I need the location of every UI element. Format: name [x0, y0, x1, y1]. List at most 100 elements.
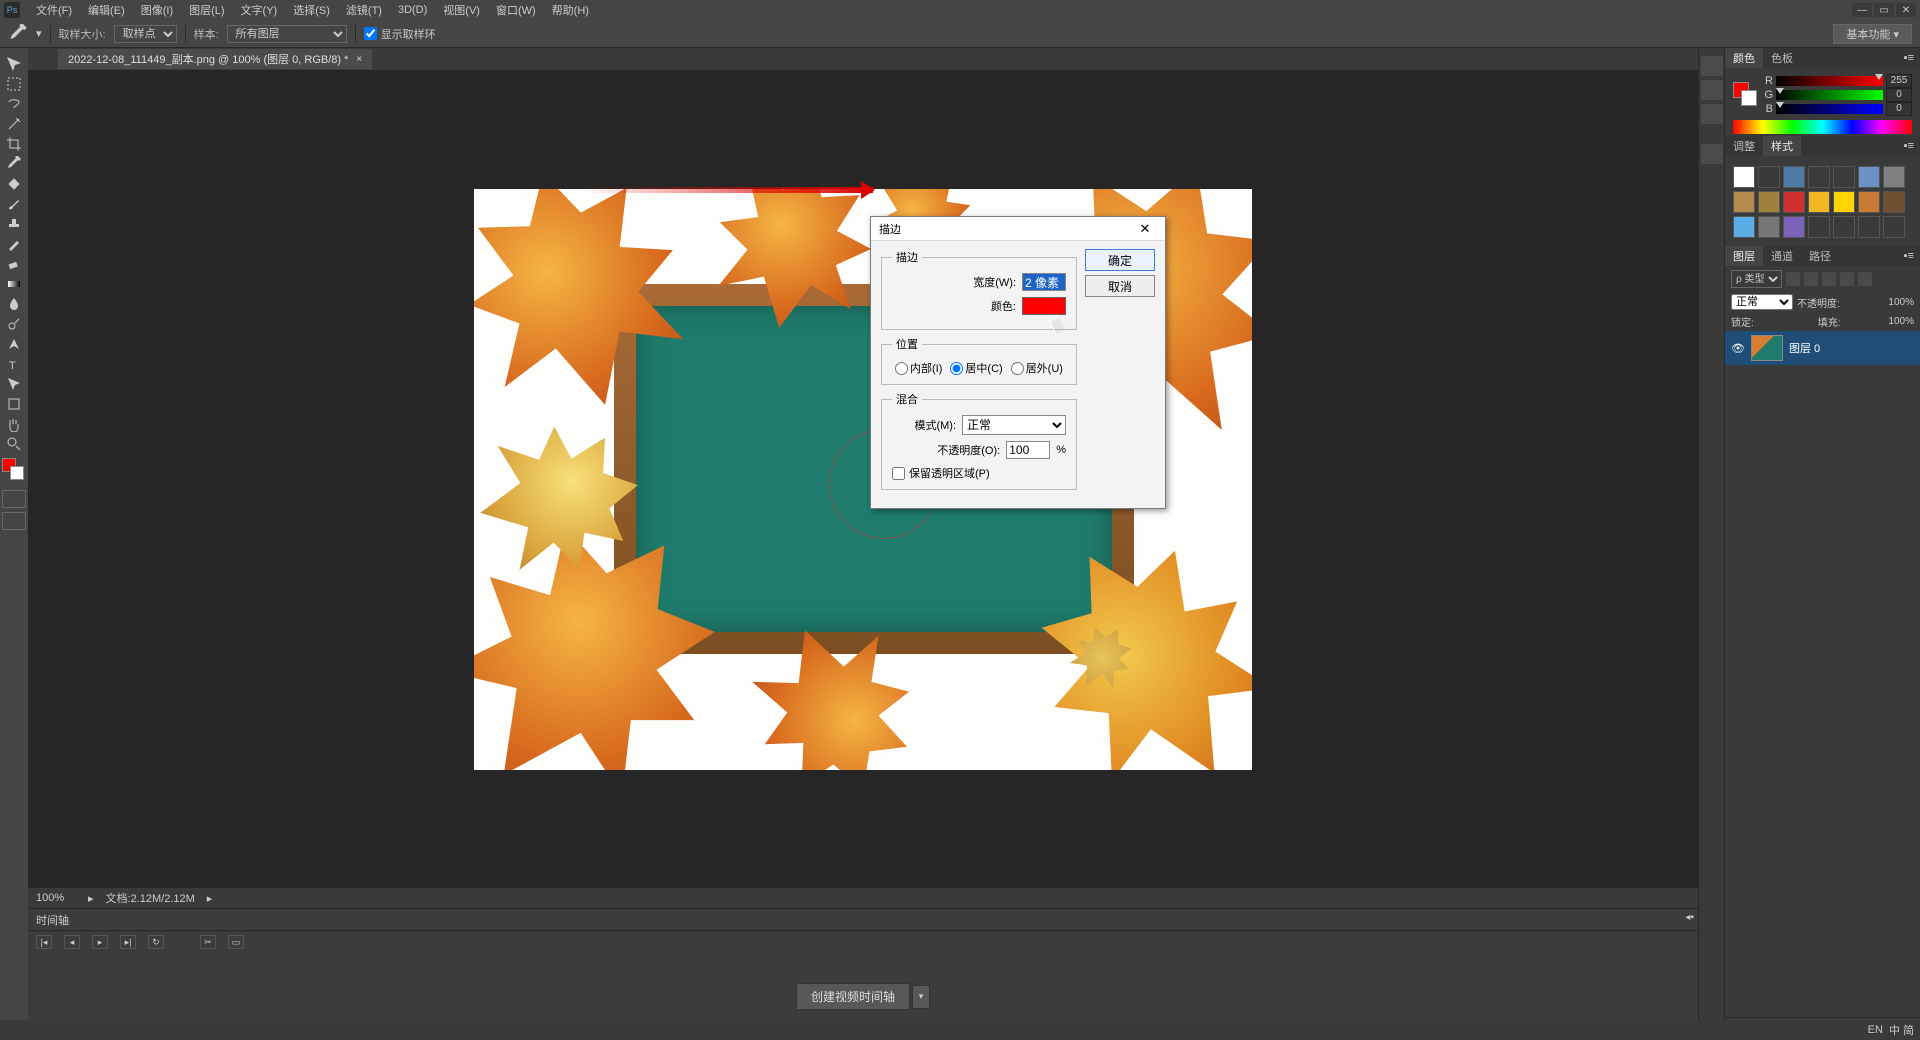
filter-smart-icon[interactable]	[1858, 272, 1872, 286]
color-well[interactable]	[1022, 297, 1066, 315]
layer-filter-select[interactable]: ρ 类型	[1731, 270, 1782, 288]
show-sampling-ring-input[interactable]	[364, 27, 377, 40]
panel-menu-icon[interactable]: ▪≡	[1898, 52, 1920, 64]
style-swatch[interactable]	[1758, 191, 1780, 213]
document-tab[interactable]: 2022-12-08_111449_副本.png @ 100% (图层 0, R…	[58, 49, 372, 69]
position-inside-radio[interactable]: 内部(I)	[895, 360, 942, 376]
style-swatch[interactable]	[1733, 166, 1755, 188]
style-swatch[interactable]	[1783, 216, 1805, 238]
type-tool[interactable]: T	[2, 354, 26, 374]
fgbg-swatch[interactable]	[1733, 82, 1759, 108]
style-swatch[interactable]	[1733, 191, 1755, 213]
create-video-timeline-button[interactable]: 创建视频时间轴	[796, 983, 910, 1010]
healing-tool[interactable]	[2, 174, 26, 194]
stamp-tool[interactable]	[2, 214, 26, 234]
magic-wand-tool[interactable]	[2, 114, 26, 134]
tab-adjustments[interactable]: 调整	[1725, 136, 1763, 156]
color-swatches[interactable]	[0, 458, 28, 488]
lasso-tool[interactable]	[2, 94, 26, 114]
play-button[interactable]: ▸	[92, 935, 108, 949]
panel-menu-icon[interactable]: ◂▪	[1685, 912, 1694, 923]
filter-adjust-icon[interactable]	[1804, 272, 1818, 286]
menu-file[interactable]: 文件(F)	[28, 0, 80, 20]
lang-indicator[interactable]: EN	[1868, 1024, 1883, 1036]
tab-channels[interactable]: 通道	[1763, 246, 1801, 266]
brush-tool[interactable]	[2, 194, 26, 214]
color-spectrum[interactable]	[1733, 120, 1912, 134]
filter-pixel-icon[interactable]	[1786, 272, 1800, 286]
cancel-button[interactable]: 取消	[1085, 275, 1155, 297]
style-swatch[interactable]	[1733, 216, 1755, 238]
menu-3d[interactable]: 3D(D)	[390, 2, 435, 18]
style-swatch[interactable]	[1858, 216, 1880, 238]
r-slider[interactable]	[1776, 76, 1883, 86]
style-swatch[interactable]	[1858, 166, 1880, 188]
menu-layer[interactable]: 图层(L)	[181, 0, 232, 20]
eyedropper-tool[interactable]	[2, 154, 26, 174]
g-slider[interactable]	[1776, 90, 1883, 100]
menu-edit[interactable]: 编辑(E)	[80, 0, 133, 20]
zoom-tool[interactable]	[2, 434, 26, 454]
tab-styles[interactable]: 样式	[1763, 136, 1801, 156]
canvas-viewport[interactable]: 描边 ✕ 描边 宽度(W): 颜色:	[28, 70, 1698, 888]
r-value[interactable]: 255	[1886, 74, 1912, 88]
history-panel-icon[interactable]	[1701, 56, 1723, 76]
hand-tool[interactable]	[2, 414, 26, 434]
loop-button[interactable]: ↻	[148, 935, 164, 949]
style-swatch[interactable]	[1833, 191, 1855, 213]
style-swatch[interactable]	[1883, 216, 1905, 238]
minimize-button[interactable]: —	[1852, 3, 1872, 17]
menu-help[interactable]: 帮助(H)	[544, 0, 597, 20]
gradient-tool[interactable]	[2, 274, 26, 294]
history-brush-tool[interactable]	[2, 234, 26, 254]
tab-paths[interactable]: 路径	[1801, 246, 1839, 266]
zoom-level[interactable]: 100%	[36, 892, 76, 904]
style-swatch[interactable]	[1833, 166, 1855, 188]
next-frame-button[interactable]: ▸|	[120, 935, 136, 949]
prev-frame-button[interactable]: ◂	[64, 935, 80, 949]
eraser-tool[interactable]	[2, 254, 26, 274]
filter-type-icon[interactable]	[1822, 272, 1836, 286]
dropdown-indicator-icon[interactable]: ▾	[36, 27, 42, 40]
b-slider[interactable]	[1776, 104, 1883, 114]
menu-type[interactable]: 文字(Y)	[233, 0, 286, 20]
marquee-tool[interactable]	[2, 74, 26, 94]
style-swatch[interactable]	[1883, 166, 1905, 188]
layer-name[interactable]: 图层 0	[1789, 340, 1820, 356]
style-swatch[interactable]	[1783, 166, 1805, 188]
dodge-tool[interactable]	[2, 314, 26, 334]
character-panel-icon[interactable]	[1701, 80, 1723, 100]
blend-mode-select[interactable]: 正常	[1731, 294, 1793, 310]
b-value[interactable]: 0	[1886, 102, 1912, 116]
move-tool[interactable]	[2, 54, 26, 74]
blur-tool[interactable]	[2, 294, 26, 314]
pen-tool[interactable]	[2, 334, 26, 354]
opacity-input[interactable]	[1006, 441, 1050, 459]
screenmode-toggle[interactable]	[2, 512, 26, 530]
dialog-titlebar[interactable]: 描边 ✕	[871, 217, 1165, 241]
layer-opacity-value[interactable]: 100%	[1888, 297, 1914, 308]
maximize-button[interactable]: ▭	[1874, 3, 1894, 17]
close-icon[interactable]: ✕	[1133, 221, 1157, 237]
panel-menu-icon[interactable]: ▪≡	[1898, 250, 1920, 262]
style-swatch[interactable]	[1758, 216, 1780, 238]
workspace-switcher[interactable]: 基本功能 ▾	[1833, 24, 1912, 44]
visibility-icon[interactable]: 👁	[1731, 342, 1745, 355]
paragraph-panel-icon[interactable]	[1701, 104, 1723, 124]
timeline-panel-header[interactable]: 时间轴 ◂▪	[28, 908, 1698, 930]
style-swatch[interactable]	[1833, 216, 1855, 238]
crop-tool[interactable]	[2, 134, 26, 154]
menu-select[interactable]: 选择(S)	[285, 0, 338, 20]
tab-color[interactable]: 颜色	[1725, 48, 1763, 68]
menu-filter[interactable]: 滤镜(T)	[338, 0, 390, 20]
background-color[interactable]	[10, 466, 24, 480]
chevron-right-icon[interactable]: ▸	[88, 892, 94, 905]
background-color[interactable]	[1741, 90, 1757, 106]
sample-select[interactable]: 所有图层	[227, 25, 347, 43]
first-frame-button[interactable]: |◂	[36, 935, 52, 949]
chevron-right-icon[interactable]: ▸	[207, 892, 213, 905]
filter-shape-icon[interactable]	[1840, 272, 1854, 286]
close-button[interactable]: ✕	[1896, 3, 1916, 17]
ok-button[interactable]: 确定	[1085, 249, 1155, 271]
position-outside-radio[interactable]: 居外(U)	[1011, 360, 1063, 376]
